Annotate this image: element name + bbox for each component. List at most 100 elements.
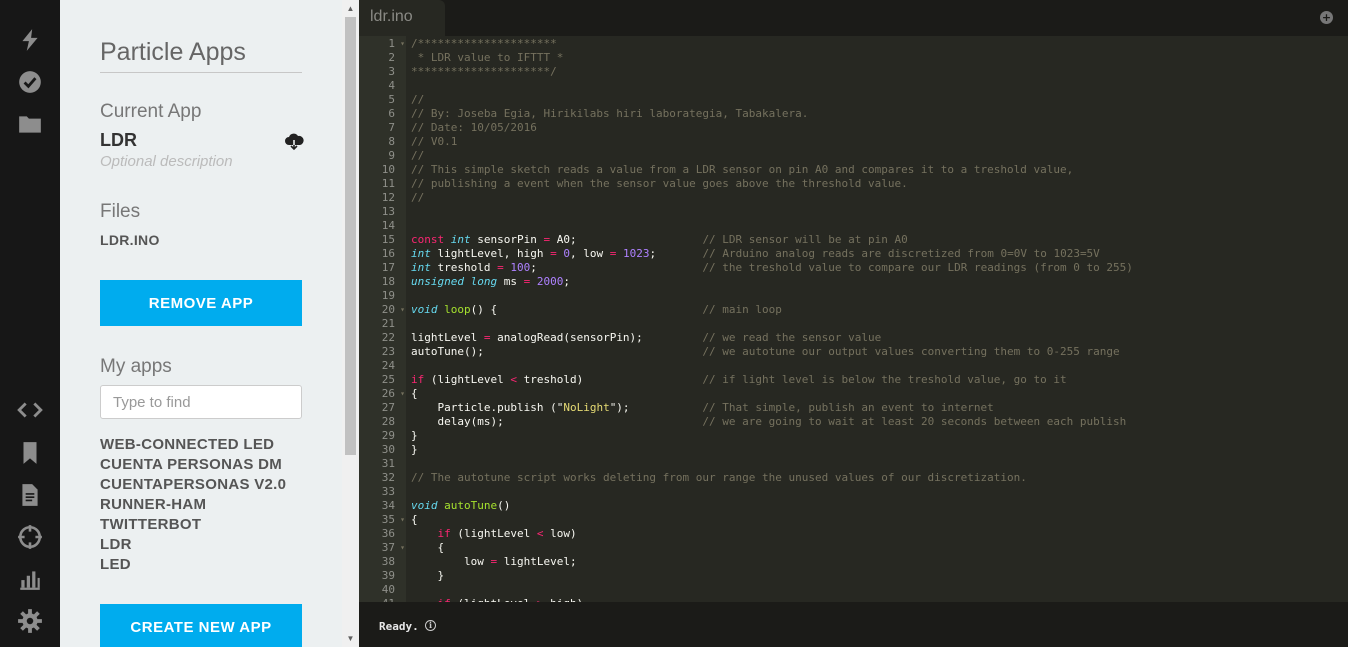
- cloud-download-icon[interactable]: [284, 133, 304, 151]
- code-line[interactable]: ​: [406, 289, 1348, 303]
- panel-title: Particle Apps: [100, 38, 302, 73]
- code-line[interactable]: }: [406, 429, 1348, 443]
- panel-scrollbar[interactable]: ▲ ▼: [342, 0, 359, 647]
- line-number: 38: [381, 555, 395, 568]
- code-line[interactable]: ​: [406, 317, 1348, 331]
- code-line[interactable]: //: [406, 93, 1348, 107]
- code-line[interactable]: }: [406, 569, 1348, 583]
- code-line[interactable]: lightLevel = analogRead(sensorPin); // w…: [406, 331, 1348, 345]
- scroll-down-icon[interactable]: ▼: [342, 630, 359, 647]
- code-line[interactable]: // This simple sketch reads a value from…: [406, 163, 1348, 177]
- app-list-item[interactable]: CUENTAPERSONAS V2.0: [100, 475, 286, 495]
- code-line[interactable]: ​: [406, 79, 1348, 93]
- status-text: Ready.: [379, 620, 419, 633]
- current-app-name[interactable]: LDR: [100, 130, 137, 151]
- docs-icon[interactable]: [14, 479, 46, 511]
- line-number: 4: [388, 79, 395, 92]
- line-number: 16: [381, 247, 395, 260]
- app-list-item[interactable]: LED: [100, 555, 286, 575]
- code-line[interactable]: // Date: 10/05/2016: [406, 121, 1348, 135]
- code-line[interactable]: // V0.1: [406, 135, 1348, 149]
- libraries-icon[interactable]: [14, 437, 46, 469]
- files-icon[interactable]: [14, 108, 46, 140]
- code-line[interactable]: delay(ms); // we are going to wait at le…: [406, 415, 1348, 429]
- code-line[interactable]: ​: [406, 457, 1348, 471]
- fold-arrow-icon[interactable]: ▾: [400, 387, 405, 401]
- app-list-item[interactable]: CUENTA PERSONAS DM: [100, 455, 286, 475]
- console-icon[interactable]: [14, 563, 46, 595]
- scroll-up-icon[interactable]: ▲: [342, 0, 359, 17]
- line-number: 18: [381, 275, 395, 288]
- new-tab-plus-icon[interactable]: +: [1320, 11, 1333, 24]
- devices-icon[interactable]: [14, 521, 46, 553]
- code-line[interactable]: {: [406, 513, 1348, 527]
- code-line[interactable]: if (lightLevel < treshold) // if light l…: [406, 373, 1348, 387]
- fold-arrow-icon[interactable]: ▾: [400, 37, 405, 51]
- code-line[interactable]: {: [406, 541, 1348, 555]
- code-line[interactable]: ​: [406, 219, 1348, 233]
- flash-icon[interactable]: [14, 24, 46, 56]
- info-icon[interactable]: i: [425, 620, 436, 631]
- line-number: 10: [381, 163, 395, 176]
- fold-arrow-icon[interactable]: ▾: [400, 513, 405, 527]
- code-line[interactable]: {: [406, 387, 1348, 401]
- code-line[interactable]: int treshold = 100; // the treshold valu…: [406, 261, 1348, 275]
- code-line[interactable]: //: [406, 149, 1348, 163]
- code-line[interactable]: //: [406, 191, 1348, 205]
- line-number: 33: [381, 485, 395, 498]
- create-new-app-button[interactable]: CREATE NEW APP: [100, 604, 302, 647]
- code-line[interactable]: // By: Joseba Egia, Hirikilabs hiri labo…: [406, 107, 1348, 121]
- app-list-item[interactable]: WEB-CONNECTED LED: [100, 435, 286, 455]
- line-number: 12: [381, 191, 395, 204]
- code-line[interactable]: }: [406, 443, 1348, 457]
- fold-arrow-icon[interactable]: ▾: [400, 303, 405, 317]
- code-line[interactable]: autoTune(); // we autotune our output va…: [406, 345, 1348, 359]
- line-number: 37 ▾: [381, 541, 405, 555]
- code-line[interactable]: if (lightLevel < low): [406, 527, 1348, 541]
- line-number: 5: [388, 93, 395, 106]
- code-line[interactable]: *********************/: [406, 65, 1348, 79]
- app-description-field[interactable]: Optional description: [100, 153, 233, 170]
- code-line[interactable]: Particle.publish ("NoLight"); // That si…: [406, 401, 1348, 415]
- line-number: 2: [388, 51, 395, 64]
- tab-ldr-ino[interactable]: ldr.ino: [359, 0, 445, 36]
- line-number: 32: [381, 471, 395, 484]
- remove-app-button[interactable]: REMOVE APP: [100, 280, 302, 326]
- app-list-item[interactable]: RUNNER-HAM: [100, 495, 286, 515]
- current-app-heading: Current App: [100, 101, 202, 122]
- code-line[interactable]: // publishing a event when the sensor va…: [406, 177, 1348, 191]
- settings-icon[interactable]: [14, 605, 46, 637]
- code-line[interactable]: void autoTune(): [406, 499, 1348, 513]
- line-number: 27: [381, 401, 395, 414]
- code-icon[interactable]: [14, 394, 46, 426]
- code-line[interactable]: void loop() { // main loop: [406, 303, 1348, 317]
- file-item[interactable]: LDR.INO: [100, 232, 160, 248]
- app-list-item[interactable]: TWITTERBOT: [100, 515, 286, 535]
- code-line[interactable]: // The autotune script works deleting fr…: [406, 471, 1348, 485]
- code-line[interactable]: ​: [406, 359, 1348, 373]
- status-bar: Ready. i: [359, 602, 1348, 647]
- line-number: 21: [381, 317, 395, 330]
- code-line[interactable]: /*********************: [406, 37, 1348, 51]
- line-number: 9: [388, 149, 395, 162]
- app-search-input[interactable]: [100, 385, 302, 419]
- code-line[interactable]: const int sensorPin = A0; // LDR sensor …: [406, 233, 1348, 247]
- line-number: 3: [388, 65, 395, 78]
- line-number: 23: [381, 345, 395, 358]
- code-line[interactable]: unsigned long ms = 2000;: [406, 275, 1348, 289]
- scrollbar-thumb[interactable]: [345, 17, 356, 455]
- code-line[interactable]: ​: [406, 485, 1348, 499]
- code-line[interactable]: ​: [406, 583, 1348, 597]
- app-list-item[interactable]: LDR: [100, 535, 286, 555]
- line-number: 30: [381, 443, 395, 456]
- line-number: 6: [388, 107, 395, 120]
- code-line[interactable]: * LDR value to IFTTT *: [406, 51, 1348, 65]
- code-line[interactable]: ​: [406, 205, 1348, 219]
- fold-arrow-icon[interactable]: ▾: [400, 541, 405, 555]
- verify-icon[interactable]: [14, 66, 46, 98]
- line-number: 28: [381, 415, 395, 428]
- code-line[interactable]: int lightLevel, high = 0, low = 1023; //…: [406, 247, 1348, 261]
- line-number: 17: [381, 261, 395, 274]
- code-line[interactable]: low = lightLevel;: [406, 555, 1348, 569]
- code-editor[interactable]: /********************* * LDR value to IF…: [406, 36, 1348, 602]
